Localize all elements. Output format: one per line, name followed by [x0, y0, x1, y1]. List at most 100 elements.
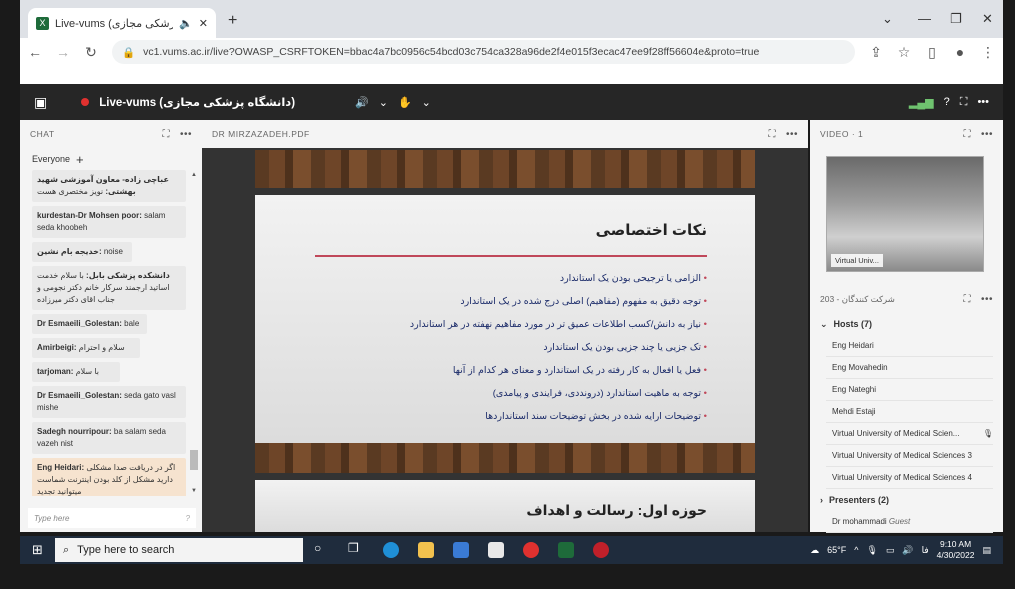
scroll-down-icon[interactable]: ▼	[190, 488, 198, 494]
chevron-up-icon[interactable]: ^	[854, 545, 858, 555]
chat-input[interactable]: Type here ?	[28, 508, 196, 528]
connection-bars-icon[interactable]: ▂▄▆	[909, 96, 934, 109]
participant-item[interactable]: Dr mohammadi Guest	[826, 511, 993, 533]
slide-page-next[interactable]: حوزه اول: رسالت و اهداف	[255, 480, 755, 532]
bookmark-star-icon[interactable]: ☆	[897, 44, 911, 61]
volume-icon[interactable]: 🔊	[902, 545, 913, 556]
expand-icon[interactable]: ⛶	[963, 294, 971, 305]
more-options-icon[interactable]: •••	[981, 294, 993, 305]
expand-icon[interactable]: ⛶	[162, 129, 170, 140]
sidepanel-icon[interactable]: ▯	[925, 44, 939, 61]
participant-item[interactable]: Virtual University of Medical Sciences 4	[826, 467, 993, 489]
presenters-section[interactable]: › Presenters (2)	[810, 489, 1003, 511]
more-options-icon[interactable]: •••	[977, 96, 989, 108]
mail-icon[interactable]	[488, 542, 504, 558]
browser-tab[interactable]: X Live-vums (دانشگاه پزشکی مجازی) 🔈 ✕	[28, 8, 216, 38]
windows-start-icon[interactable]: ⊞	[32, 542, 43, 558]
more-options-icon[interactable]: •••	[786, 129, 798, 140]
back-icon[interactable]: ←	[28, 44, 42, 60]
chat-message: دانشکده پزشکی بابل: با سلام خدمت اساتید …	[32, 266, 186, 310]
slide-divider	[315, 255, 707, 257]
slide-wood-top	[255, 150, 755, 188]
help-icon[interactable]: ?	[944, 96, 950, 108]
speaker-volume-icon[interactable]: 🔊	[355, 96, 369, 109]
participant-item[interactable]: Eng Nateghi	[826, 379, 993, 401]
participant-item[interactable]: Mehdi Estaji	[826, 401, 993, 423]
tab-title: Live-vums (دانشگاه پزشکی مجازی)	[55, 17, 174, 30]
chevron-down-icon[interactable]: ⌄	[422, 96, 431, 109]
close-window-button[interactable]: ✕	[982, 11, 993, 27]
help-icon[interactable]: ?	[186, 514, 190, 523]
slide-page[interactable]: نکات اختصاصی الزامی یا ترجیحی بودن یک اس…	[255, 195, 755, 443]
expand-icon[interactable]: ⛶	[963, 129, 971, 140]
chat-input-placeholder: Type here	[34, 513, 70, 523]
store-icon[interactable]	[453, 542, 469, 558]
sender: tarjoman:	[37, 367, 74, 376]
clock-date: 4/30/2022	[936, 550, 975, 560]
message-text: با سلام	[73, 367, 100, 376]
forward-icon[interactable]: →	[56, 44, 70, 60]
restore-button[interactable]: ❐	[950, 11, 962, 27]
expand-icon[interactable]: ⛶	[768, 129, 776, 140]
chevron-down-icon[interactable]: ⌄	[820, 319, 828, 330]
more-options-icon[interactable]: •••	[180, 129, 192, 140]
chat-scrollbar[interactable]: ▲ ▼	[190, 172, 198, 494]
file-explorer-icon[interactable]	[418, 542, 434, 558]
search-icon: ⌕	[63, 543, 70, 556]
sender: دانشکده پزشکی بابل:	[86, 271, 170, 280]
minimize-button[interactable]: —	[918, 11, 931, 26]
taskbar-search[interactable]: ⌕ Type here to search	[55, 538, 303, 562]
close-tab-icon[interactable]: ✕	[199, 17, 208, 30]
url-field[interactable]: 🔒 vc1.vums.ac.ir/live?OWASP_CSRFTOKEN=bb…	[112, 40, 855, 64]
participant-name: Virtual University of Medical Sciences 4	[832, 473, 972, 482]
participant-name: Mehdi Estaji	[832, 407, 876, 416]
clock[interactable]: 9:10 AM 4/30/2022	[937, 539, 975, 561]
new-tab-button[interactable]: +	[228, 12, 237, 30]
video-feed[interactable]: Virtual Univ...	[826, 156, 984, 272]
reload-icon[interactable]: ↻	[84, 44, 98, 61]
language-indicator[interactable]: فا	[922, 545, 929, 556]
tab-strip: X Live-vums (دانشگاه پزشکی مجازی) 🔈 ✕ + …	[20, 0, 1003, 38]
chat-recipient[interactable]: Everyone +	[20, 148, 202, 170]
meeting-title: Live-vums (دانشگاه پزشکی مجازی)	[99, 97, 296, 109]
meeting-topbar: ▣ Live-vums (دانشگاه پزشکی مجازی) 🔊 ⌄ ✋ …	[20, 84, 1003, 120]
profile-icon[interactable]: ●	[953, 44, 967, 60]
participant-item[interactable]: Eng Heidari	[826, 335, 993, 357]
speaker-icon[interactable]: 🔈	[179, 17, 193, 30]
sender: Eng Heidari:	[37, 463, 85, 472]
participant-item[interactable]: Virtual University of Medical Sciences 3	[826, 445, 993, 467]
scroll-up-icon[interactable]: ▲	[190, 172, 198, 178]
microphone-icon[interactable]: 🎙	[866, 545, 877, 556]
tab-search-icon[interactable]: ⌄	[882, 11, 893, 27]
chat-message: Eng Heidari: اگر در دریافت صدا مشکلی دار…	[32, 458, 186, 496]
participant-item[interactable]: Virtual University of Medical Scien... 🎙	[826, 423, 993, 445]
more-options-icon[interactable]: •••	[981, 129, 993, 140]
chat-message: Sadegh nourripour: ba salam seda vazeh n…	[32, 422, 186, 454]
chevron-down-icon[interactable]: ⌄	[379, 96, 388, 109]
chat-messages[interactable]: عباچی زاده- معاون آموزشی شهید بهشتی: نوی…	[20, 170, 186, 496]
add-icon[interactable]: +	[76, 152, 84, 167]
menu-kebab-icon[interactable]: ⋮	[981, 44, 995, 61]
recorder-icon[interactable]	[593, 542, 609, 558]
share-icon[interactable]: ⇪	[869, 44, 883, 61]
cortana-icon[interactable]: ○	[314, 541, 321, 555]
edge-icon[interactable]	[383, 542, 399, 558]
participant-item[interactable]: Eng Movahedin	[826, 357, 993, 379]
chat-title: CHAT	[30, 129, 55, 139]
sender: خدیجه بام نشین:	[37, 247, 102, 256]
network-icon[interactable]: ▭	[886, 545, 895, 556]
hosts-section[interactable]: ⌄ Hosts (7)	[810, 313, 1003, 335]
excel-icon[interactable]	[558, 542, 574, 558]
sender: Sadegh nourripour:	[37, 427, 112, 436]
search-placeholder: Type here to search	[77, 544, 175, 556]
raise-hand-icon[interactable]: ✋	[398, 96, 412, 109]
task-view-icon[interactable]: ❐	[348, 541, 359, 555]
video-count: 1	[858, 129, 864, 139]
notification-icon[interactable]: ▤	[982, 545, 991, 556]
weather-temp[interactable]: 65°F	[827, 545, 846, 555]
scroll-thumb[interactable]	[190, 450, 198, 470]
weather-icon[interactable]: ☁	[810, 545, 819, 556]
fullscreen-icon[interactable]: ⛶	[960, 96, 968, 109]
chevron-right-icon[interactable]: ›	[820, 495, 823, 505]
chrome-icon[interactable]	[523, 542, 539, 558]
